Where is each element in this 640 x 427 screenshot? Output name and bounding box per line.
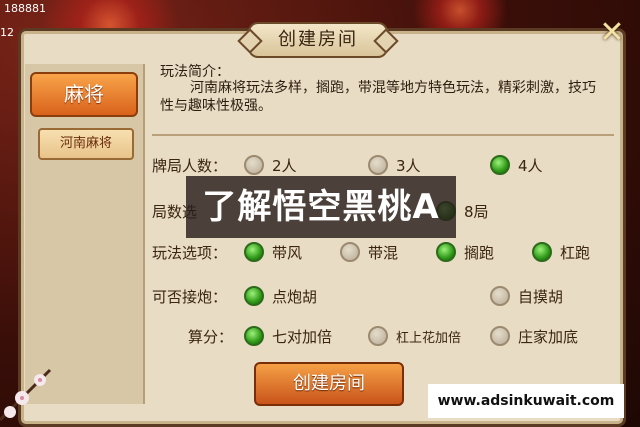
rule-option-gangpao[interactable]: 杠跑	[532, 240, 590, 264]
watermark: www.adsinkuwait.com	[428, 384, 624, 418]
radio-icon	[244, 155, 264, 175]
overlay-caption: 了解悟空黑桃A	[186, 176, 456, 238]
radio-icon	[368, 155, 388, 175]
rule-option-gepao[interactable]: 搁跑	[436, 240, 494, 264]
pao-option-zimohu[interactable]: 自摸胡	[490, 284, 563, 308]
option-label: 庄家加底	[518, 327, 579, 346]
plum-blossom-decoration	[0, 368, 52, 422]
option-label: 杠跑	[560, 243, 591, 262]
score-option-gangshanghua[interactable]: 杠上花加倍	[368, 324, 461, 348]
rule-option-daifeng[interactable]: 带风	[244, 240, 302, 264]
player-count-option-3[interactable]: 3人	[368, 153, 421, 177]
option-label: 8局	[464, 202, 489, 221]
coin-count: 188881	[4, 2, 46, 15]
radio-selected-icon	[532, 242, 552, 262]
radio-icon	[490, 286, 510, 306]
tab-mahjong[interactable]: 麻将	[30, 72, 138, 117]
accept-pao-label: 可否接炮：	[152, 288, 228, 306]
score-option-qidui[interactable]: 七对加倍	[244, 324, 332, 348]
option-label: 搁跑	[464, 243, 495, 262]
radio-selected-icon	[490, 155, 510, 175]
radio-selected-icon	[244, 242, 264, 262]
intro-title: 玩法简介：	[160, 64, 230, 80]
player-count-option-2[interactable]: 2人	[244, 153, 297, 177]
status-bar: 188881 12	[0, 0, 84, 39]
option-label: 4人	[518, 156, 543, 175]
pao-option-dianpaohu[interactable]: 点炮胡	[244, 284, 317, 308]
radio-selected-icon	[436, 242, 456, 262]
close-icon[interactable]: ✕	[597, 18, 627, 48]
radio-icon	[490, 326, 510, 346]
intro-text: 河南麻将玩法多样，搁跑，带混等地方特色玩法，精彩刺激，技巧性与趣味性极强。	[160, 80, 596, 114]
option-label: 杠上花加倍	[396, 330, 462, 346]
player-count-label: 牌局人数：	[152, 157, 228, 175]
option-label: 2人	[272, 156, 297, 175]
option-label: 点炮胡	[272, 287, 318, 306]
radio-selected-icon	[244, 326, 264, 346]
player-level: 12	[0, 26, 14, 39]
dialog-title: 创建房间	[248, 22, 388, 58]
divider	[152, 134, 614, 136]
radio-selected-icon	[244, 286, 264, 306]
rule-options-label: 玩法选项：	[152, 244, 228, 262]
radio-icon	[340, 242, 360, 262]
option-label: 3人	[396, 156, 421, 175]
option-label: 带风	[272, 243, 303, 262]
create-room-button[interactable]: 创建房间	[254, 362, 404, 406]
option-label: 自摸胡	[518, 287, 564, 306]
option-label: 七对加倍	[272, 327, 333, 346]
option-label: 带混	[368, 243, 399, 262]
rule-option-daihun[interactable]: 带混	[340, 240, 398, 264]
player-count-option-4[interactable]: 4人	[490, 153, 543, 177]
scoring-label: 算分：	[188, 328, 234, 346]
radio-icon	[368, 326, 388, 346]
tab-henan-mahjong[interactable]: 河南麻将	[38, 128, 134, 160]
score-option-zhuangjia[interactable]: 庄家加底	[490, 324, 578, 348]
